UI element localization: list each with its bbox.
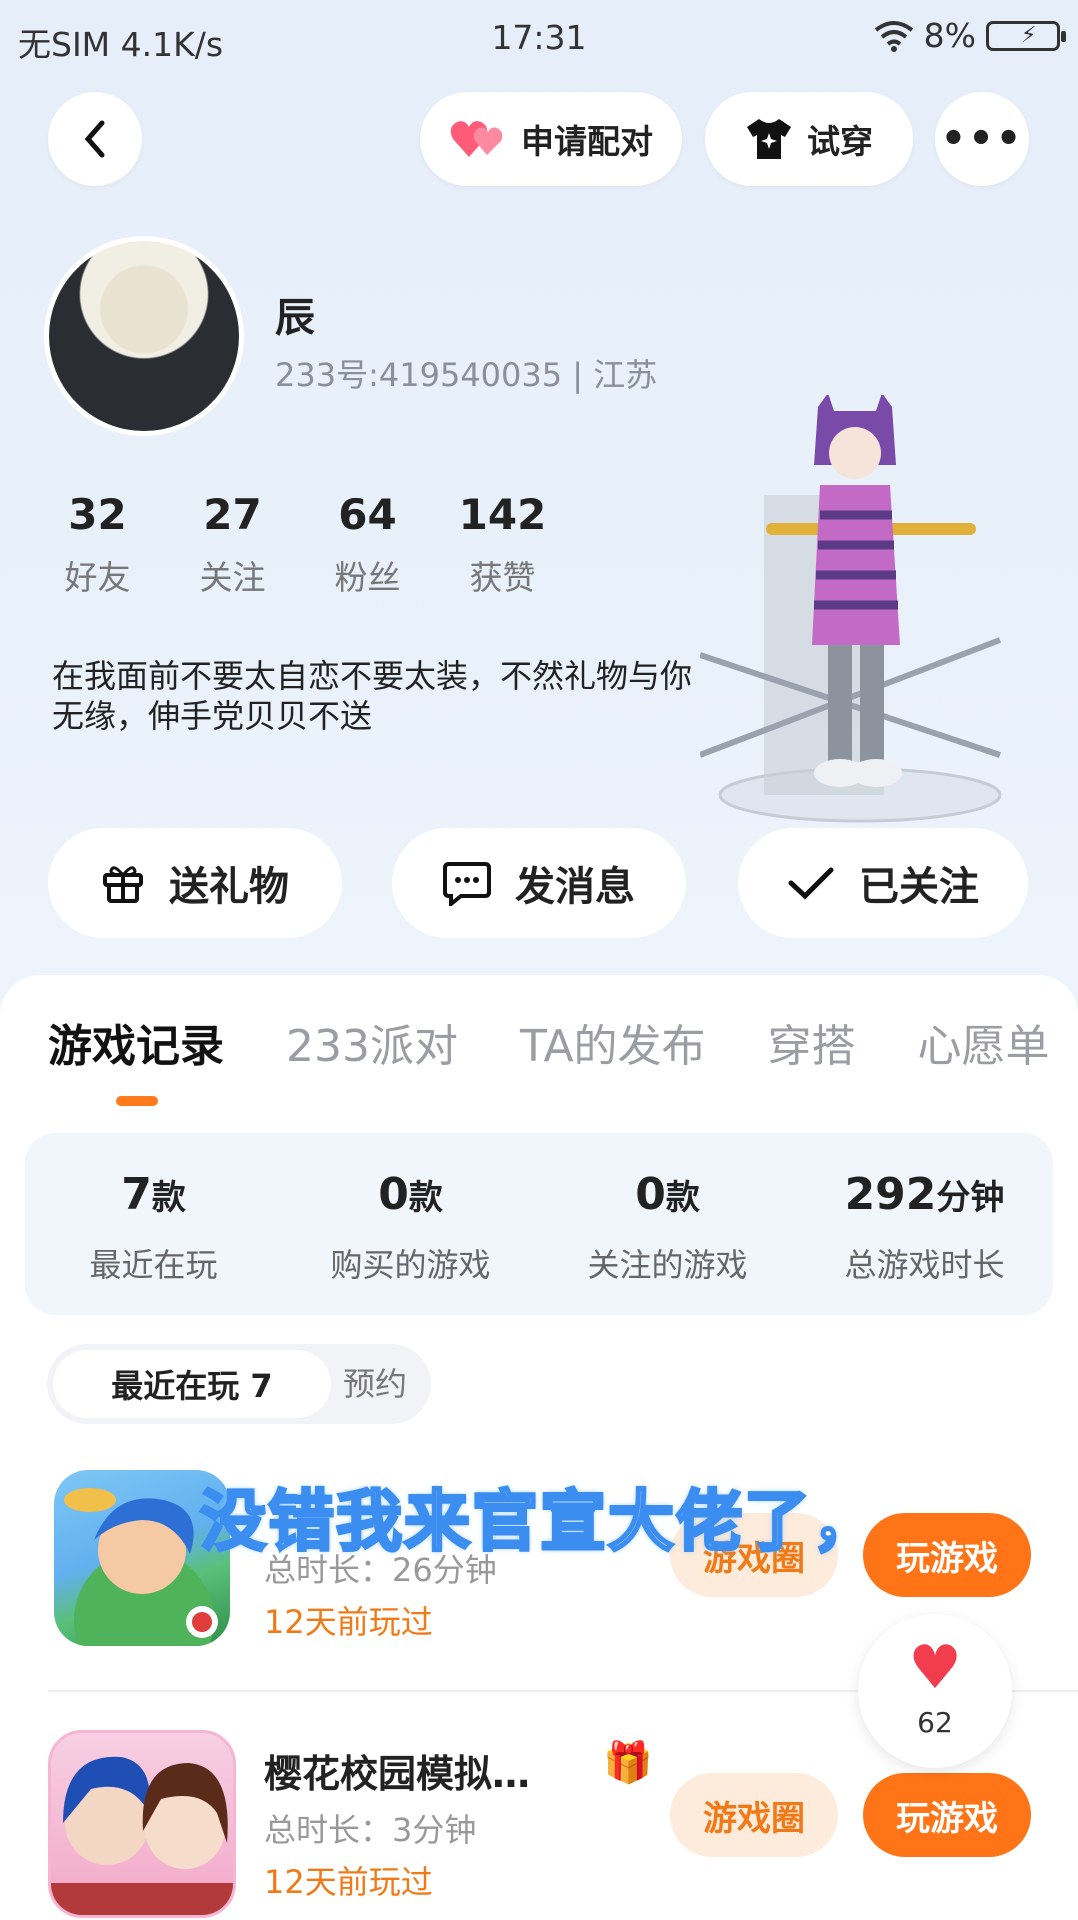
try-on-label: 试穿 (807, 122, 873, 161)
followed-label: 已关注 (859, 864, 979, 910)
tab-outfits[interactable]: 穿搭 (768, 1010, 856, 1074)
active-tab-indicator (116, 1096, 158, 1106)
double-heart-icon (450, 121, 503, 157)
profile-uid-location: 233号:419540035 | 江苏 (275, 356, 658, 394)
more-button[interactable]: ••• (935, 92, 1029, 186)
send-message-label: 发消息 (515, 864, 635, 910)
game-summary: 7款 最近在玩 0款 购买的游戏 0款 关注的游戏 292分钟 总游戏时长 (25, 1133, 1053, 1315)
game-last-played: 12天前玩过 (264, 1603, 433, 1641)
profile-bio: 在我面前不要太自恋不要太装，不然礼物与你无缘，伸手党贝贝不送 (52, 657, 693, 735)
character-figure[interactable] (700, 395, 1020, 835)
heart-icon: ♥ (908, 1633, 962, 1703)
tab-game-records[interactable]: 游戏记录 (48, 1010, 224, 1074)
game-playtime: 总时长：3分钟 (264, 1811, 477, 1849)
status-right: 8% ⚡ (874, 16, 1066, 55)
profile-name: 辰 (275, 295, 315, 341)
more-dots-icon: ••• (940, 116, 1024, 162)
chat-bubble-icon (443, 862, 491, 906)
gift-box-icon: 🎁 (603, 1740, 653, 1786)
summary-purchased[interactable]: 0款 购买的游戏 (282, 1133, 539, 1315)
summary-recent[interactable]: 7款 最近在玩 (25, 1133, 282, 1315)
followed-button[interactable]: 已关注 (738, 828, 1028, 938)
tshirt-icon (747, 119, 791, 159)
gift-icon (103, 866, 143, 903)
video-caption-overlay: 没错我来官宣大佬了， (199, 1482, 880, 1562)
tab-233-party[interactable]: 233派对 (286, 1010, 458, 1074)
game-title: 樱花校园模拟… (264, 1752, 531, 1796)
status-bar: 无SIM 4.1K/s 17:31 8% ⚡ (0, 0, 1078, 76)
game-circle-button[interactable]: 游戏圈 (670, 1773, 838, 1857)
like-count: 62 (917, 1706, 953, 1739)
play-game-button[interactable]: 玩游戏 (863, 1773, 1031, 1857)
segment-recent[interactable]: 最近在玩 7 (53, 1350, 331, 1418)
send-gift-button[interactable]: 送礼物 (48, 828, 342, 938)
avatar[interactable] (44, 236, 244, 436)
check-icon (788, 867, 834, 900)
stat-likes[interactable]: 142 获赞 (435, 490, 570, 599)
segment-reserve[interactable]: 预约 (343, 1344, 407, 1424)
try-on-button[interactable]: 试穿 (705, 92, 913, 186)
battery-icon: ⚡ (986, 20, 1066, 51)
profile-tabs: 游戏记录 233派对 TA的发布 穿搭 心愿单 (48, 1010, 1078, 1074)
recent-reserve-toggle: 最近在玩 7 预约 (47, 1344, 431, 1424)
game-icon[interactable] (48, 1730, 236, 1918)
like-bubble[interactable]: ♥ 62 (858, 1614, 1012, 1768)
profile-stats: 32 好友 27 关注 64 粉丝 142 获赞 (30, 490, 570, 599)
wifi-icon (874, 20, 913, 52)
stat-friends[interactable]: 32 好友 (30, 490, 165, 599)
back-button[interactable] (48, 92, 142, 186)
play-game-button[interactable]: 玩游戏 (863, 1513, 1031, 1597)
send-message-button[interactable]: 发消息 (392, 828, 686, 938)
game-artwork-icon (51, 1756, 233, 1915)
stat-fans[interactable]: 64 粉丝 (300, 490, 435, 599)
send-gift-label: 送礼物 (169, 864, 289, 910)
tab-wishlist[interactable]: 心愿单 (918, 1010, 1050, 1074)
battery-percent: 8% (923, 16, 976, 55)
summary-followed-games[interactable]: 0款 关注的游戏 (539, 1133, 796, 1315)
summary-total-time[interactable]: 292分钟 总游戏时长 (796, 1133, 1053, 1315)
tab-posts[interactable]: TA的发布 (520, 1010, 706, 1074)
chevron-left-icon (84, 120, 105, 158)
apply-pair-label: 申请配对 (521, 122, 653, 161)
game-last-played: 12天前玩过 (264, 1863, 433, 1901)
stat-following[interactable]: 27 关注 (165, 490, 300, 599)
apply-pair-button[interactable]: 申请配对 (420, 92, 682, 186)
